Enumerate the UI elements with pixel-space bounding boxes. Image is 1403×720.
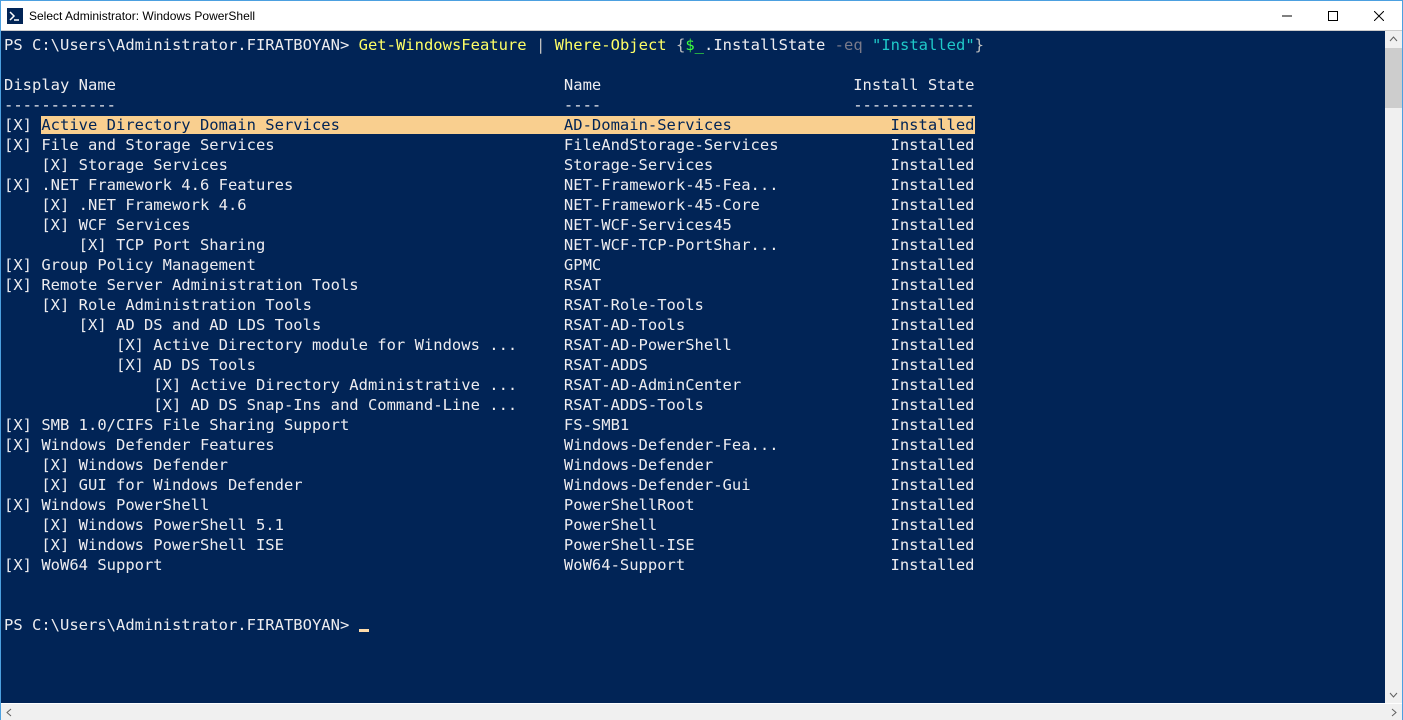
feature-row: [X] Windows Defender Features Windows-De… [4, 436, 975, 454]
scroll-right-button[interactable] [1385, 704, 1402, 720]
prompt-path: C:\Users\Administrator.FIRATBOYAN> [32, 36, 349, 54]
automatic-variable: $_ [685, 36, 704, 54]
feature-row: [X] Active Directory Administrative ... … [4, 376, 975, 394]
feature-row: [X] Role Administration Tools RSAT-Role-… [4, 296, 975, 314]
feature-row: [X] GUI for Windows Defender Windows-Def… [4, 476, 975, 494]
feature-row: [X] Windows PowerShell ISE PowerShell-IS… [4, 536, 975, 554]
column-header-separator: ------------ ---- ------------- [4, 96, 975, 114]
feature-row: [X] .NET Framework 4.6 Features NET-Fram… [4, 176, 975, 194]
title-bar: Select Administrator: Windows PowerShell [1, 1, 1402, 31]
pipe-symbol: | [536, 36, 545, 54]
feature-row: [X] Windows Defender Windows-Defender In… [4, 456, 975, 474]
feature-row: [X] Windows PowerShell PowerShellRoot In… [4, 496, 975, 514]
maximize-button[interactable] [1310, 1, 1356, 31]
scrollbar-thumb[interactable] [1385, 48, 1402, 108]
powershell-icon [7, 8, 23, 24]
feature-row-highlighted: Active Directory Domain Services AD-Doma… [41, 116, 974, 134]
operator-eq: -eq [835, 36, 863, 54]
cmdlet-where-object: Where-Object [555, 36, 667, 54]
scroll-left-button[interactable] [1, 704, 18, 720]
feature-row: [X] AD DS Snap-Ins and Command-Line ... … [4, 396, 975, 414]
minimize-button[interactable] [1264, 1, 1310, 31]
feature-row: [X] [4, 116, 41, 134]
property-installstate: .InstallState [704, 36, 825, 54]
string-installed: "Installed" [872, 36, 975, 54]
feature-row: [X] WoW64 Support WoW64-Support Installe… [4, 556, 975, 574]
feature-row: [X] Storage Services Storage-Services In… [4, 156, 975, 174]
feature-row: [X] Group Policy Management GPMC Install… [4, 256, 975, 274]
scrollbar-track[interactable] [1385, 48, 1402, 686]
hscroll-track[interactable] [18, 704, 1385, 720]
scroll-up-button[interactable] [1385, 31, 1402, 48]
prompt-label: PS [4, 36, 32, 54]
cursor [359, 629, 369, 632]
feature-row: [X] Remote Server Administration Tools R… [4, 276, 975, 294]
prompt-path: C:\Users\Administrator.FIRATBOYAN> [32, 616, 349, 634]
feature-row: [X] SMB 1.0/CIFS File Sharing Support FS… [4, 416, 975, 434]
feature-row: [X] AD DS Tools RSAT-ADDS Installed [4, 356, 975, 374]
feature-row: [X] WCF Services NET-WCF-Services45 Inst… [4, 216, 975, 234]
feature-row: [X] Active Directory module for Windows … [4, 336, 975, 354]
window-title: Select Administrator: Windows PowerShell [29, 9, 255, 23]
horizontal-scrollbar[interactable] [1, 703, 1402, 720]
feature-row: [X] TCP Port Sharing NET-WCF-TCP-PortSha… [4, 236, 975, 254]
close-brace: } [975, 36, 984, 54]
prompt-label: PS [4, 616, 32, 634]
open-brace: { [676, 36, 685, 54]
cmdlet-get-windowsfeature: Get-WindowsFeature [359, 36, 527, 54]
feature-row: [X] Windows PowerShell 5.1 PowerShell In… [4, 516, 975, 534]
feature-row: [X] File and Storage Services FileAndSto… [4, 136, 975, 154]
terminal-output[interactable]: PS C:\Users\Administrator.FIRATBOYAN> Ge… [1, 31, 1385, 703]
feature-row: [X] AD DS and AD LDS Tools RSAT-AD-Tools… [4, 316, 975, 334]
feature-row: [X] .NET Framework 4.6 NET-Framework-45-… [4, 196, 975, 214]
vertical-scrollbar[interactable] [1385, 31, 1402, 703]
column-headers: Display Name Name Install State [4, 76, 975, 94]
terminal-area[interactable]: PS C:\Users\Administrator.FIRATBOYAN> Ge… [1, 31, 1402, 703]
scroll-down-button[interactable] [1385, 686, 1402, 703]
close-button[interactable] [1356, 1, 1402, 31]
